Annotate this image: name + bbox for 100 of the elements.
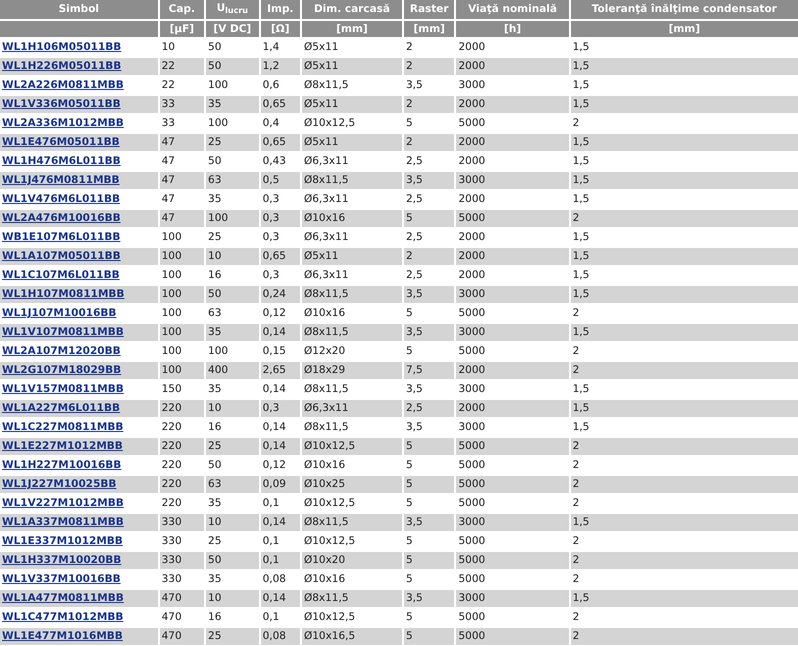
table-cell-text: Ø8x11,5 [302, 78, 350, 93]
table-cell: 330 [160, 514, 204, 531]
product-link[interactable]: WL2A226M0811MBB [2, 79, 124, 91]
table-cell-text: 2 [572, 534, 580, 549]
product-link[interactable]: WL1C227M0811MBB [2, 421, 124, 433]
product-link[interactable]: WL1V337M10016BB [2, 573, 121, 585]
table-cell-text: 2000 [457, 230, 486, 245]
table-cell: 5 [404, 628, 454, 645]
table-cell: 7,5 [404, 362, 454, 379]
table-cell: 0,14 [260, 590, 300, 607]
table-cell: 47 [160, 172, 204, 189]
table-cell-text: 16 [207, 610, 222, 625]
table-cell-text: 35 [207, 496, 222, 511]
table-cell: 2 [570, 210, 798, 227]
table-cell: 2000 [456, 58, 569, 75]
table-cell: 470 [160, 628, 204, 645]
table-cell-text: 5 [404, 496, 414, 511]
product-link[interactable]: WL1V227M1012MBB [2, 497, 124, 509]
table-cell: 0,14 [260, 324, 300, 341]
table-cell-text: 100 [207, 116, 230, 131]
table-cell: 50 [206, 552, 259, 569]
table-cell-text: 0,6 [262, 78, 280, 93]
table-cell-text: 2000 [457, 154, 486, 169]
table-cell: 100 [160, 362, 204, 379]
table-cell: 35 [206, 96, 259, 113]
table-cell: 0,65 [260, 248, 300, 265]
table-cell: 5000 [456, 210, 569, 227]
table-cell: 2000 [456, 248, 569, 265]
table-cell-text: 2,5 [404, 230, 424, 245]
product-link[interactable]: WL1V157M0811MBB [2, 383, 124, 395]
table-cell: 5 [404, 552, 454, 569]
table-cell-text: 1,5 [572, 382, 590, 397]
table-cell: 2 [570, 476, 798, 493]
table-cell-text: 35 [207, 192, 222, 207]
table-cell-text: 330 [160, 572, 183, 587]
table-cell-text: 0,15 [262, 344, 287, 359]
column-header: Viaţă nominală [456, 0, 569, 19]
table-cell-text: 1,5 [572, 268, 590, 283]
table-cell-text: 50 [207, 458, 222, 473]
table-cell-text: 5 [404, 306, 414, 321]
product-link[interactable]: WL2A107M12020BB [2, 345, 121, 357]
table-cell-text: 2,5 [404, 192, 424, 207]
table-cell: 0,3 [260, 210, 300, 227]
product-link[interactable]: WL1E337M1012MBB [2, 535, 123, 547]
table-cell: 50 [206, 286, 259, 303]
table-cell-text: 50 [207, 40, 222, 55]
column-header: U$_{lucru}$ [206, 0, 259, 19]
table-cell: 47 [160, 134, 204, 151]
table-cell-text: 1,5 [572, 230, 590, 245]
table-cell-text: Ø12x20 [302, 344, 346, 359]
table-cell: 0,65 [260, 134, 300, 151]
table-cell-text: 10 [160, 40, 176, 55]
table-cell-text: 2,5 [404, 154, 424, 169]
table-cell: 2 [404, 134, 454, 151]
table-cell: 470 [160, 590, 204, 607]
table-cell: 2 [570, 628, 798, 645]
table-cell: 0,1 [260, 552, 300, 569]
table-cell: Ø6,3x11 [302, 400, 402, 417]
product-link[interactable]: WL1H227M10016BB [2, 459, 122, 471]
table-cell-text: 0,1 [262, 496, 280, 511]
table-cell-text: 2000 [457, 268, 486, 283]
product-link[interactable]: WL2A336M1012MBB [2, 117, 124, 129]
product-link[interactable]: WB1E107M6L011BB [2, 231, 120, 243]
table-cell: 10 [206, 248, 259, 265]
table-cell: Ø5x11 [302, 248, 402, 265]
product-link[interactable]: WL1C477M1012MBB [2, 611, 124, 623]
table-cell: 3000 [456, 324, 569, 341]
table-cell-text: 0,3 [262, 192, 280, 207]
table-cell: 35 [206, 324, 259, 341]
table-cell: Ø5x11 [302, 134, 402, 151]
table-cell: 63 [206, 476, 259, 493]
table-cell: 3,5 [404, 286, 454, 303]
table-cell: 1,5 [570, 58, 798, 75]
table-cell: 2000 [456, 400, 569, 417]
table-cell: 2000 [456, 134, 569, 151]
table-cell: Ø5x11 [302, 96, 402, 113]
table-cell-text: Ø10x16 [302, 306, 346, 321]
table-cell-text: 50 [207, 154, 222, 169]
table-cell: 0,3 [260, 400, 300, 417]
product-link[interactable]: WL1V476M6L011BB [2, 193, 120, 205]
product-link[interactable]: WL1C107M6L011BB [2, 269, 120, 281]
table-cell: Ø8x11,5 [302, 590, 402, 607]
table-cell-text: 5 [404, 610, 414, 625]
table-cell: 47 [160, 210, 204, 227]
column-header: Raster [404, 0, 454, 19]
table-cell-text: 5 [404, 344, 414, 359]
product-link[interactable]: WL1H476M6L011BB [2, 155, 121, 167]
table-cell-text: 16 [207, 420, 222, 435]
table-cell: 5 [404, 438, 454, 455]
unit-header: [mm] [302, 21, 402, 37]
table-cell: 0,09 [260, 476, 300, 493]
table-cell-text: Ø6,3x11 [302, 192, 350, 207]
table-cell: 100 [160, 324, 204, 341]
table-cell: Ø5x11 [302, 58, 402, 75]
table-cell: 1,2 [260, 58, 300, 75]
product-link[interactable]: WL1H106M05011BB [2, 41, 122, 53]
product-link[interactable]: WL1J107M10016BB [2, 307, 116, 319]
table-cell-text: 5000 [457, 534, 486, 549]
table-cell-text: 0,43 [262, 154, 287, 169]
table-cell-text: 33 [160, 116, 176, 131]
